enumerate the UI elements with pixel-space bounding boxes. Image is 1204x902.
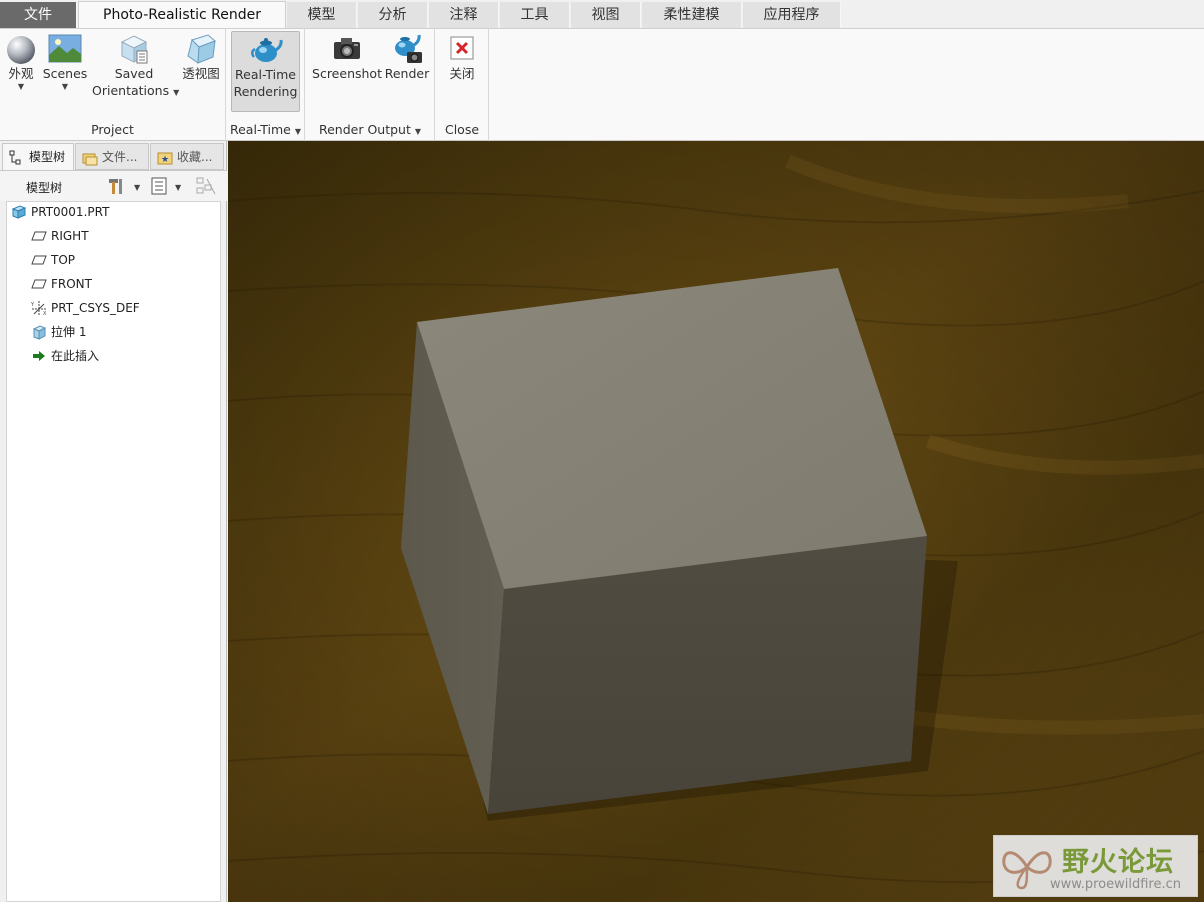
group-render-output: Screenshot Render Render Output ▼ — [306, 29, 435, 141]
svg-text:▼: ▼ — [134, 183, 141, 192]
camera-icon — [330, 31, 364, 65]
model-tree: PRT0001.PRT RIGHT TOP FRONT Y X PRT_CSYS… — [6, 201, 221, 902]
saved-orientations-cube-icon — [117, 31, 151, 65]
render-button[interactable]: Render — [384, 31, 430, 82]
tree-settings-button[interactable]: ▼ — [107, 176, 141, 196]
extrude-icon — [31, 324, 47, 340]
dropdown-arrow-icon: ▼ — [294, 127, 302, 136]
screenshot-button[interactable]: Screenshot — [312, 31, 382, 82]
tab-annotate[interactable]: 注释 — [429, 2, 499, 28]
model-tree-toolbar: 模型树 ▼ ▼ — [0, 170, 227, 201]
render-viewport[interactable] — [228, 141, 1204, 902]
tab-favorites[interactable]: ★ 收藏... — [150, 143, 224, 170]
tab-flexible-modeling[interactable]: 柔性建模 — [642, 2, 742, 28]
ribbon-tab-bar: 文件 Photo-Realistic Render 模型 分析 注释 工具 视图… — [0, 0, 1204, 28]
group-label-close: Close — [444, 122, 480, 137]
appearance-button[interactable]: 外观 ▼ — [4, 31, 38, 92]
favorites-icon: ★ — [157, 149, 173, 165]
datum-plane-icon — [31, 252, 47, 268]
real-time-rendering-button[interactable]: Real-Time Rendering — [231, 31, 300, 112]
filter-columns-icon — [196, 177, 216, 195]
insert-here-arrow-icon — [31, 348, 47, 364]
rendered-scene — [228, 141, 1204, 902]
tree-filter-button[interactable] — [195, 176, 217, 196]
list-options-icon: ▼ — [151, 177, 182, 195]
close-button[interactable]: 关闭 — [442, 31, 482, 82]
watermark-butterfly-logo — [1002, 851, 1052, 890]
tree-display-options-button[interactable]: ▼ — [150, 176, 184, 196]
tab-model-tree[interactable]: 模型树 — [2, 143, 74, 170]
tab-applications[interactable]: 应用程序 — [743, 2, 841, 28]
saved-orientations-button[interactable]: Saved Orientations ▼ — [92, 31, 180, 101]
part-icon — [11, 204, 27, 220]
tab-folder-browser[interactable]: 文件... — [75, 143, 149, 170]
scenes-landscape-icon — [48, 31, 82, 65]
perspective-cube-icon — [184, 31, 218, 65]
group-close: 关闭 Close — [436, 29, 489, 141]
group-label-project: Project — [91, 122, 134, 137]
group-project: 外观 ▼ Scenes ▼ Saved Orientations ▼ 透视图 P… — [0, 29, 226, 141]
datum-plane-icon — [31, 228, 47, 244]
tab-photo-realistic-render[interactable]: Photo-Realistic Render — [78, 1, 286, 28]
tab-tools[interactable]: 工具 — [500, 2, 570, 28]
watermark: 野火论坛 www.proewildfire.cn — [993, 835, 1198, 897]
tab-file[interactable]: 文件 — [0, 2, 77, 28]
group-label-render-output[interactable]: Render Output ▼ — [306, 122, 434, 137]
model-tree-title: 模型树 — [26, 181, 63, 195]
svg-text:▼: ▼ — [175, 183, 182, 192]
scenes-button[interactable]: Scenes ▼ — [42, 31, 88, 92]
ribbon: 外观 ▼ Scenes ▼ Saved Orientations ▼ 透视图 P… — [0, 28, 1204, 141]
svg-text:★: ★ — [161, 155, 169, 165]
tab-view[interactable]: 视图 — [571, 2, 641, 28]
svg-text:Y: Y — [31, 302, 35, 308]
cube-top-face — [417, 268, 927, 589]
close-icon — [445, 31, 479, 65]
folder-icon — [82, 149, 98, 166]
navigator-tabs: 模型树 文件... ★ 收藏... — [0, 141, 227, 170]
group-label-real-time[interactable]: Real-Time ▼ — [227, 122, 304, 137]
hammer-wrench-icon: ▼ — [109, 179, 141, 194]
datum-plane-icon — [31, 276, 47, 292]
dropdown-arrow-icon: ▼ — [173, 88, 180, 97]
tab-model[interactable]: 模型 — [287, 2, 357, 28]
appearance-sphere-icon — [4, 31, 38, 65]
navigator-panel: 模型树 文件... ★ 收藏... 模型树 ▼ ▼ PRT0001.PRT RI… — [0, 141, 227, 902]
group-real-time: Real-Time Rendering Real-Time ▼ — [227, 29, 305, 141]
dropdown-arrow-icon: ▼ — [61, 82, 69, 91]
render-teapot-camera-icon — [390, 31, 424, 65]
teapot-icon — [249, 32, 283, 66]
tab-analysis[interactable]: 分析 — [358, 2, 428, 28]
saved-orientations-label: Orientations — [92, 83, 170, 98]
model-tree-icon — [9, 149, 25, 165]
csys-icon: Y X — [30, 300, 47, 317]
watermark-title: 野火论坛 — [1062, 847, 1174, 878]
dropdown-arrow-icon: ▼ — [414, 127, 422, 136]
svg-text:X: X — [43, 311, 47, 316]
dropdown-arrow-icon: ▼ — [17, 82, 25, 91]
watermark-url: www.proewildfire.cn — [1050, 877, 1181, 892]
perspective-view-button[interactable]: 透视图 — [180, 31, 222, 82]
